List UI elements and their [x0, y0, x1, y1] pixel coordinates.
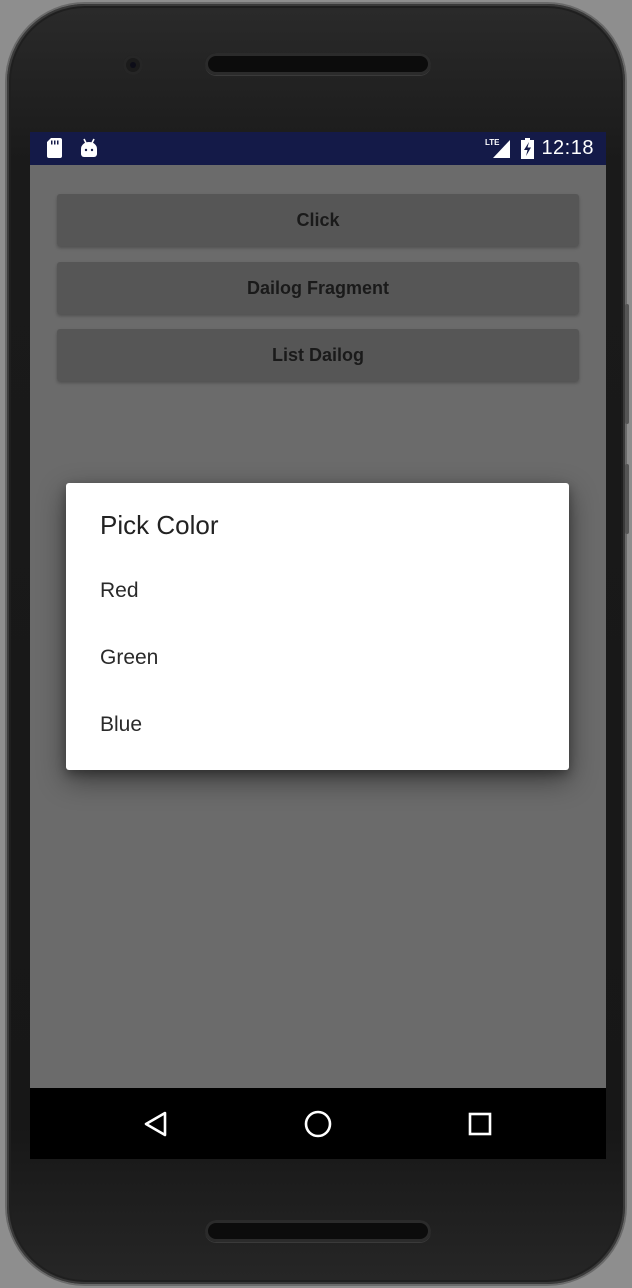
bottom-speaker [205, 1220, 431, 1242]
power-button [625, 464, 629, 534]
back-button[interactable] [136, 1105, 176, 1143]
pick-color-dialog: Pick Color Red Green Blue [66, 483, 569, 770]
back-icon [144, 1111, 167, 1137]
color-option-blue[interactable]: Blue [66, 693, 569, 757]
color-option-green[interactable]: Green [66, 626, 569, 690]
lte-signal-icon: LTE [485, 138, 510, 158]
screen: LTE 12:18 Click Dailog Fragment List Dai… [30, 132, 606, 1159]
list-dialog-button[interactable]: List Dailog [57, 329, 579, 381]
sd-card-icon [47, 138, 62, 158]
status-clock: 12:18 [541, 137, 594, 159]
click-button[interactable]: Click [57, 194, 579, 246]
home-button[interactable] [298, 1105, 338, 1143]
dialog-title: Pick Color [100, 510, 219, 540]
navigation-bar [30, 1088, 606, 1159]
volume-button [625, 304, 629, 424]
earpiece-speaker [205, 53, 431, 75]
svg-text:LTE: LTE [485, 138, 500, 147]
recents-button[interactable] [460, 1105, 500, 1143]
status-bar: LTE 12:18 [30, 132, 606, 165]
color-option-red[interactable]: Red [66, 559, 569, 623]
home-icon [304, 1110, 332, 1138]
battery-charging-icon [521, 138, 534, 159]
android-icon [81, 138, 97, 157]
recents-icon [468, 1112, 492, 1136]
dialog-fragment-button[interactable]: Dailog Fragment [57, 262, 579, 314]
front-camera [123, 55, 143, 75]
